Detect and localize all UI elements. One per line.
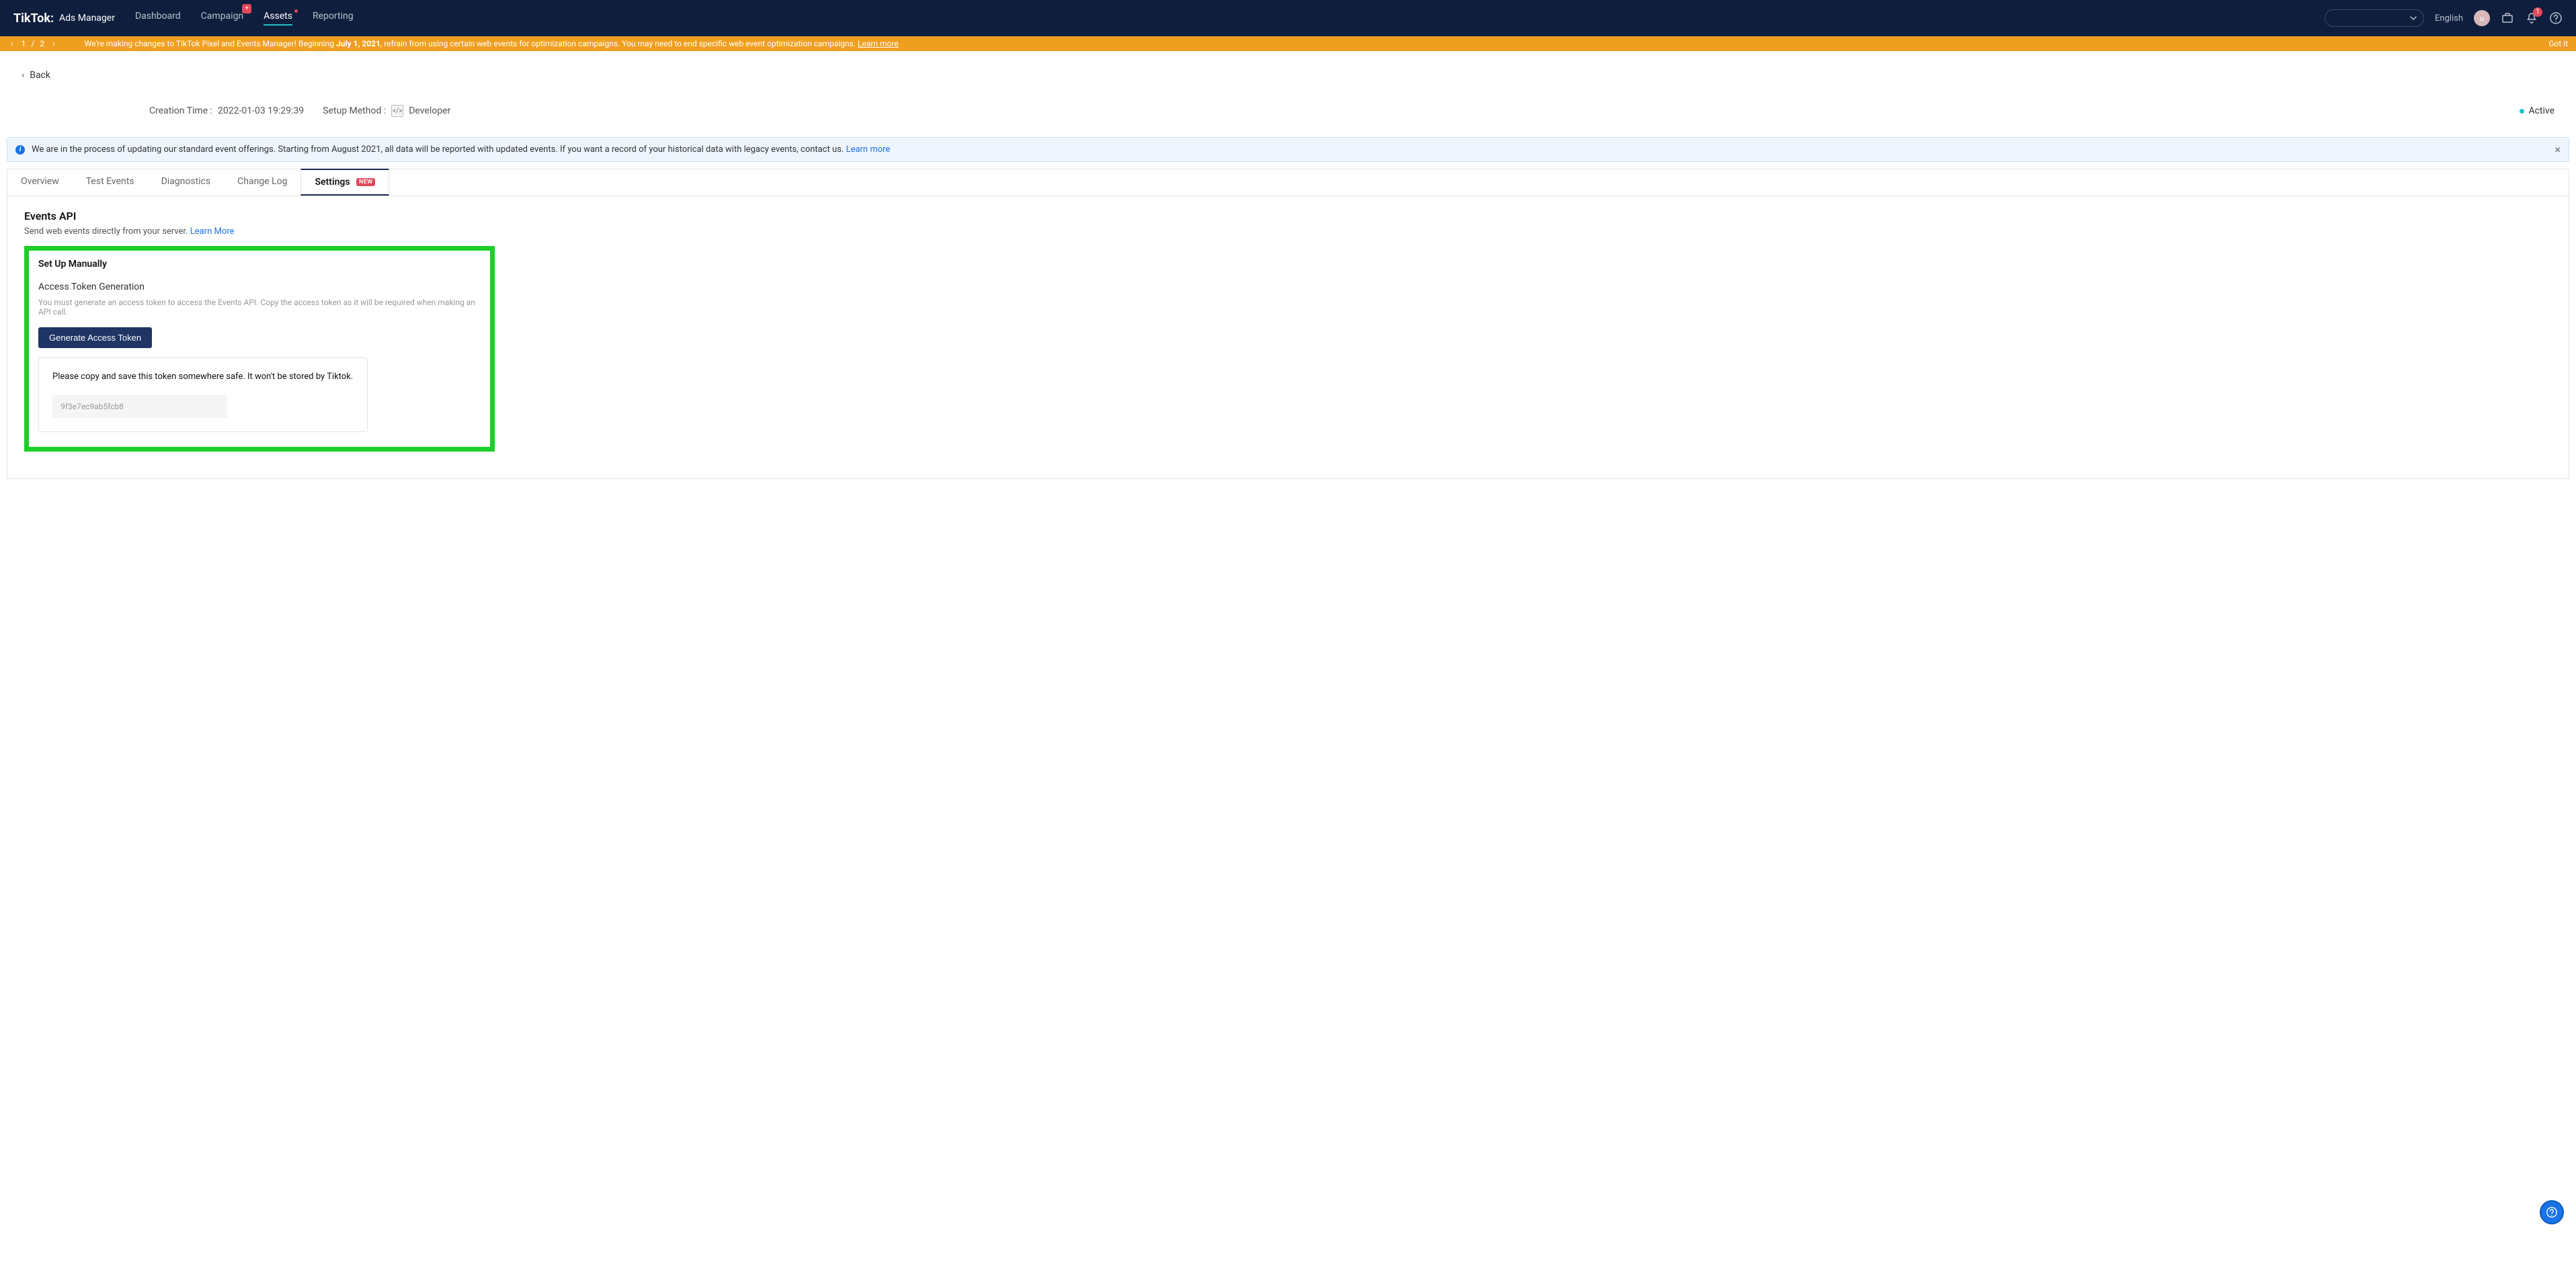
setup-manually-box: Set Up Manually Access Token Generation … <box>24 246 495 452</box>
help-icon[interactable] <box>2549 11 2563 25</box>
dot-badge-icon <box>294 9 298 13</box>
setup-manually-title: Set Up Manually <box>38 259 481 269</box>
banner-text-pre: We're making changes to TikTok Pixel and… <box>85 39 336 48</box>
chevron-down-icon <box>2410 15 2417 22</box>
business-center-icon[interactable] <box>2501 11 2514 25</box>
nav-campaign[interactable]: Campaign + <box>201 11 243 26</box>
new-badge: NEW <box>356 178 375 186</box>
nav-assets-label: Assets <box>264 11 292 22</box>
status-dot-icon <box>2520 109 2524 114</box>
banner-got-it-button[interactable]: Got it <box>2548 39 2568 48</box>
page-header: ‹ Back Creation Time : 2022-01-03 19:29:… <box>7 58 2569 130</box>
nav-assets[interactable]: Assets <box>264 11 292 26</box>
token-gen-desc: You must generate an access token to acc… <box>38 298 481 317</box>
banner-page-current: 1 <box>22 39 26 48</box>
settings-panel: Events API Send web events directly from… <box>7 196 2569 479</box>
banner-page-sep: / <box>31 39 34 48</box>
setup-method-value: Developer <box>409 106 450 116</box>
banner-text-bold: July 1, 2021 <box>336 39 380 48</box>
account-selector[interactable] <box>2325 9 2424 27</box>
banner-text-post: , refrain from using certain web events … <box>380 39 858 48</box>
chevron-right-icon[interactable]: › <box>50 39 58 48</box>
events-api-learn-more-link[interactable]: Learn More <box>190 226 235 237</box>
token-save-message: Please copy and save this token somewher… <box>52 372 354 382</box>
header-meta: Creation Time : 2022-01-03 19:29:39 Setu… <box>22 105 2554 117</box>
token-value-field[interactable]: 9f3e7ec9ab5fcb8 <box>52 395 227 418</box>
info-alert: i We are in the process of updating our … <box>7 137 2569 162</box>
notification-count: 1 <box>2533 7 2542 17</box>
logo: TikTok: <box>13 11 54 26</box>
nav-dashboard[interactable]: Dashboard <box>135 11 181 26</box>
tab-test-events[interactable]: Test Events <box>73 169 148 196</box>
alert-text: We are in the process of updating our st… <box>32 144 890 155</box>
chevron-left-icon: ‹ <box>22 70 24 81</box>
events-api-title: Events API <box>24 210 2552 222</box>
alert-text-body: We are in the process of updating our st… <box>32 144 846 155</box>
back-button[interactable]: ‹ Back <box>22 70 2554 81</box>
logo-subtitle: Ads Manager <box>59 13 115 24</box>
setup-method-label: Setup Method : <box>323 106 386 116</box>
nav-right: English u 1 <box>2325 9 2563 27</box>
tab-diagnostics[interactable]: Diagnostics <box>148 169 225 196</box>
tab-change-log[interactable]: Change Log <box>224 169 300 196</box>
close-icon[interactable]: × <box>2554 143 2561 156</box>
events-api-desc-text: Send web events directly from your serve… <box>24 226 190 237</box>
nav-reporting[interactable]: Reporting <box>313 11 354 26</box>
announcement-banner: ‹ 1 / 2 › We're making changes to TikTok… <box>0 36 2576 51</box>
banner-pager: ‹ 1 / 2 › <box>8 39 58 48</box>
help-fab-button[interactable] <box>2540 1200 2564 1224</box>
events-api-desc: Send web events directly from your serve… <box>24 226 2552 237</box>
banner-page-total: 2 <box>40 39 44 48</box>
top-navbar: TikTok: Ads Manager Dashboard Campaign +… <box>0 0 2576 36</box>
tab-settings-label: Settings <box>315 177 350 187</box>
tab-overview[interactable]: Overview <box>7 169 73 196</box>
language-label[interactable]: English <box>2435 13 2463 24</box>
help-icon <box>2546 1206 2558 1218</box>
back-label: Back <box>30 70 50 81</box>
plus-badge-icon: + <box>242 4 251 13</box>
avatar[interactable]: u <box>2474 10 2490 26</box>
developer-icon: </> <box>391 105 403 117</box>
tabs: Overview Test Events Diagnostics Change … <box>7 169 2569 196</box>
bell-icon[interactable]: 1 <box>2525 11 2538 25</box>
status-badge: Active <box>2520 106 2554 116</box>
creation-time-value: 2022-01-03 19:29:39 <box>218 106 304 116</box>
banner-learn-more-link[interactable]: Learn more <box>858 39 899 48</box>
nav-campaign-label: Campaign <box>201 11 243 22</box>
creation-time: Creation Time : 2022-01-03 19:29:39 <box>149 106 304 116</box>
setup-method: Setup Method : </> Developer <box>323 105 450 117</box>
banner-text: We're making changes to TikTok Pixel and… <box>85 39 899 48</box>
generate-token-button[interactable]: Generate Access Token <box>38 327 152 348</box>
token-gen-title: Access Token Generation <box>38 282 481 292</box>
creation-time-label: Creation Time : <box>149 106 212 116</box>
alert-learn-more-link[interactable]: Learn more <box>846 144 890 155</box>
token-card: Please copy and save this token somewher… <box>38 357 368 432</box>
tab-settings[interactable]: Settings NEW <box>300 169 389 196</box>
chevron-left-icon[interactable]: ‹ <box>8 39 16 48</box>
nav-links: Dashboard Campaign + Assets Reporting <box>135 11 354 26</box>
info-icon: i <box>15 145 25 155</box>
status-label: Active <box>2528 106 2554 116</box>
